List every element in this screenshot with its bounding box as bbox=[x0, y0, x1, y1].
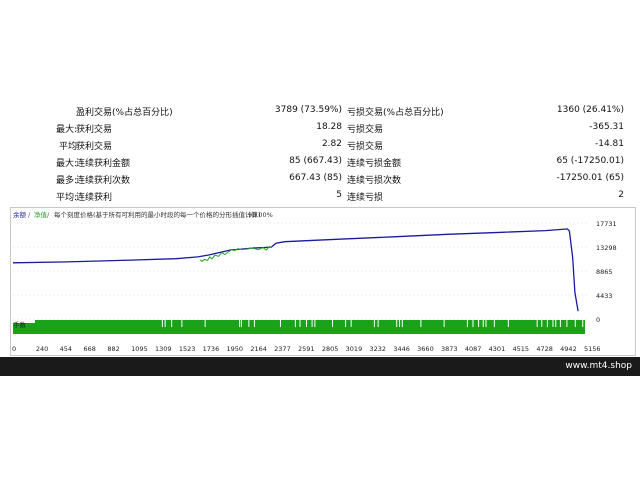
x-tick-label: 1095 bbox=[131, 345, 148, 353]
balance-chart: 17731 13298 8865 4433 0 0 240 454 668 882 1095 1309… bbox=[12, 210, 617, 353]
stats-label-win: 盈利交易(%占总百分比) bbox=[76, 108, 173, 118]
stats-row: 平均: 连续获利 5 连续亏损 2 bbox=[0, 188, 640, 205]
x-tick-label: 3873 bbox=[441, 345, 458, 353]
footer-bar: www.mt4.shop bbox=[0, 357, 640, 376]
x-tick-label: 4728 bbox=[536, 345, 553, 353]
stats-prefix: 平均: bbox=[55, 193, 77, 203]
report-stats-table: 盈利交易(%占总百分比) 3789 (73.59%) 亏损交易(%占总百分比) … bbox=[0, 103, 640, 205]
stats-prefix: 最多: bbox=[55, 176, 77, 186]
stats-label-win: 连续获利次数 bbox=[76, 176, 131, 186]
x-tick-label: 1523 bbox=[179, 345, 196, 353]
stats-label-loss: 连续亏损次数 bbox=[347, 176, 402, 186]
legend-percent: 90.00% bbox=[248, 211, 273, 219]
x-tick-label: 1736 bbox=[203, 345, 220, 353]
x-tick-label: 4301 bbox=[489, 345, 506, 353]
legend-equity: 净值 bbox=[34, 210, 48, 219]
x-tick-label: 3019 bbox=[346, 345, 363, 353]
stats-prefix: 最大: bbox=[55, 159, 77, 169]
stats-label-loss: 亏损交易 bbox=[347, 142, 384, 152]
stats-value-win: 18.28 bbox=[316, 122, 342, 132]
stats-value-loss: 65 (-17250.01) bbox=[556, 156, 624, 166]
stats-value-loss: -365.31 bbox=[589, 122, 624, 132]
blank-top-area bbox=[0, 0, 640, 103]
volume-band bbox=[35, 320, 585, 334]
x-tick-label: 2805 bbox=[322, 345, 339, 353]
x-tick-label: 5156 bbox=[584, 345, 601, 353]
stats-prefix: 最大: bbox=[55, 125, 77, 135]
stats-value-loss: 2 bbox=[618, 190, 624, 200]
stats-row: 平均 获利交易 2.82 亏损交易 -14.81 bbox=[0, 137, 640, 154]
x-tick-label: 454 bbox=[60, 345, 72, 353]
y-tick-label: 0 bbox=[596, 316, 600, 324]
x-tick-label: 3660 bbox=[417, 345, 434, 353]
stats-value-loss: -14.81 bbox=[594, 139, 624, 149]
stats-label-win: 连续获利金额 bbox=[76, 159, 131, 169]
stats-label-win: 连续获利 bbox=[76, 193, 113, 203]
legend-description: 每个刻度价格(基于所有可利用的最小时段的每一个价格的分形插值计算) bbox=[54, 210, 261, 219]
stats-value-loss: 1360 (26.41%) bbox=[556, 105, 624, 115]
stats-row: 最多: 连续获利次数 667.43 (85) 连续亏损次数 -17250.01 … bbox=[0, 171, 640, 188]
stats-value-win: 85 (667.43) bbox=[289, 156, 342, 166]
watermark-text: www.mt4.shop bbox=[565, 361, 632, 371]
x-tick-label: 3232 bbox=[370, 345, 387, 353]
y-tick-label: 13298 bbox=[596, 244, 617, 252]
stats-label-loss: 亏损交易 bbox=[347, 125, 384, 135]
stats-label-win: 获利交易 bbox=[76, 125, 113, 135]
x-tick-label: 3446 bbox=[393, 345, 410, 353]
x-tick-label: 1950 bbox=[227, 345, 244, 353]
x-tick-label: 2164 bbox=[250, 345, 267, 353]
x-tick-label: 2591 bbox=[298, 345, 315, 353]
stats-value-win: 667.43 (85) bbox=[289, 173, 342, 183]
y-tick-label: 17731 bbox=[596, 220, 617, 228]
stats-label-loss: 亏损交易(%占总百分比) bbox=[347, 108, 444, 118]
legend-separator: / bbox=[47, 211, 50, 219]
stats-label-loss: 连续亏损金额 bbox=[347, 159, 402, 169]
legend-separator: / bbox=[28, 211, 31, 219]
balance-line bbox=[12, 228, 579, 312]
balance-chart-panel: 17731 13298 8865 4433 0 0 240 454 668 882 1095 1309… bbox=[10, 207, 636, 356]
x-tick-label: 4087 bbox=[465, 345, 482, 353]
stats-row: 盈利交易(%占总百分比) 3789 (73.59%) 亏损交易(%占总百分比) … bbox=[0, 103, 640, 120]
y-tick-label: 4433 bbox=[596, 292, 613, 300]
x-tick-label: 668 bbox=[84, 345, 96, 353]
stats-prefix: 平均 bbox=[58, 142, 77, 152]
x-tick-label: 882 bbox=[107, 345, 119, 353]
x-tick-label: 240 bbox=[36, 345, 48, 353]
stats-value-win: 5 bbox=[336, 190, 342, 200]
x-tick-label: 0 bbox=[12, 345, 16, 353]
x-tick-label: 2377 bbox=[274, 345, 291, 353]
stats-label-win: 获利交易 bbox=[76, 142, 113, 152]
x-tick-label: 4515 bbox=[513, 345, 530, 353]
x-tick-label: 1309 bbox=[155, 345, 172, 353]
volume-label: 手数 bbox=[13, 320, 27, 329]
x-tick-label: 4942 bbox=[560, 345, 577, 353]
y-tick-label: 8865 bbox=[596, 268, 613, 276]
stats-value-win: 3789 (73.59%) bbox=[274, 105, 342, 115]
legend-balance: 余额 bbox=[13, 210, 27, 219]
stats-row: 最大: 连续获利金额 85 (667.43) 连续亏损金额 65 (-17250… bbox=[0, 154, 640, 171]
stats-row: 最大: 获利交易 18.28 亏损交易 -365.31 bbox=[0, 120, 640, 137]
stats-value-win: 2.82 bbox=[321, 139, 342, 149]
stats-value-loss: -17250.01 (65) bbox=[556, 173, 624, 183]
stats-label-loss: 连续亏损 bbox=[347, 193, 384, 203]
